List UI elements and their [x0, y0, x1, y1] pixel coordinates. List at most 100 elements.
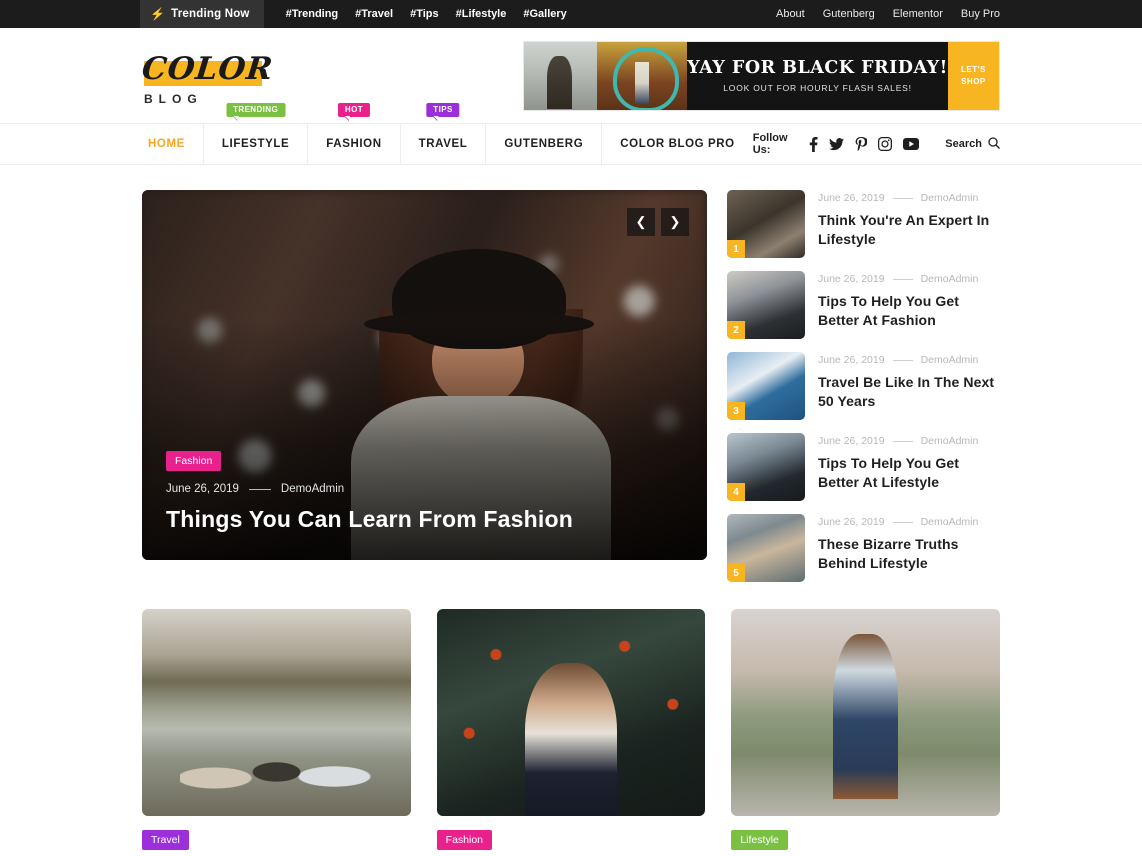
hero-title[interactable]: Things You Can Learn From Fashion: [166, 505, 683, 534]
list-item-body: June 26, 2019 DemoAdmin These Bizarre Tr…: [818, 514, 1000, 573]
list-item-author: DemoAdmin: [920, 354, 979, 366]
hero-date: June 26, 2019: [166, 483, 239, 496]
list-item-title[interactable]: Tips To Help You Get Better At Fashion: [818, 292, 1000, 330]
list-item-date: June 26, 2019: [818, 435, 885, 447]
list-item-title[interactable]: Travel Be Like In The Next 50 Years: [818, 373, 1000, 411]
pinterest-icon[interactable]: [855, 136, 868, 152]
post-card-category-badge[interactable]: Lifestyle: [731, 830, 788, 850]
list-item-title[interactable]: Tips To Help You Get Better At Lifestyle: [818, 454, 1000, 492]
list-item-date: June 26, 2019: [818, 516, 885, 528]
list-item-thumbnail[interactable]: 3: [727, 352, 805, 420]
list-item-thumbnail[interactable]: 2: [727, 271, 805, 339]
list-item-rank-badge: 5: [727, 564, 745, 582]
top-bar: ⚡ Trending Now #Trending #Travel #Tips #…: [0, 0, 1142, 28]
meta-divider: [892, 197, 913, 199]
hero-next-arrow-icon[interactable]: ❯: [661, 208, 689, 236]
hero-category-badge[interactable]: Fashion: [166, 451, 222, 472]
list-item-body: June 26, 2019 DemoAdmin Travel Be Like I…: [818, 352, 1000, 411]
topbar-link-buy-pro[interactable]: Buy Pro: [961, 8, 1000, 20]
list-item-body: June 26, 2019 DemoAdmin Tips To Help You…: [818, 433, 1000, 492]
nav-item-lifestyle[interactable]: TRENDING LIFESTYLE: [204, 103, 309, 164]
nav-item-gutenberg[interactable]: GUTENBERG: [486, 124, 603, 164]
post-card[interactable]: Fashion June 26, 2019 DemoAdmin Believe …: [436, 609, 706, 856]
top-bar-spacer: [567, 0, 776, 28]
nav-item-travel[interactable]: TIPS TRAVEL: [401, 103, 487, 164]
list-item-thumbnail[interactable]: 4: [727, 433, 805, 501]
list-item-author: DemoAdmin: [920, 516, 979, 528]
trending-tag-travel[interactable]: #Travel: [355, 8, 393, 20]
post-card[interactable]: Travel June 26, 2019 DemoAdmin Preparati…: [142, 609, 411, 856]
nav-item-gutenberg-label: GUTENBERG: [504, 138, 584, 150]
hero-prev-arrow-icon[interactable]: ❮: [627, 208, 655, 236]
list-item-author: DemoAdmin: [920, 273, 979, 285]
instagram-icon[interactable]: [878, 137, 893, 151]
site-logo[interactable]: COLOR BLOG: [140, 45, 282, 106]
trending-tags: #Trending #Travel #Tips #Lifestyle #Gall…: [264, 0, 567, 28]
nav-item-fashion-label: FASHION: [326, 138, 382, 150]
list-item-thumbnail[interactable]: 1: [727, 190, 805, 258]
post-card-image[interactable]: [436, 609, 706, 816]
nav-right-group: Follow Us: Search: [753, 132, 1000, 156]
meta-divider: [248, 488, 271, 490]
topbar-link-elementor[interactable]: Elementor: [893, 8, 943, 20]
post-card-category-badge[interactable]: Fashion: [436, 830, 493, 850]
list-item-author: DemoAdmin: [920, 435, 979, 447]
list-item-date: June 26, 2019: [818, 354, 885, 366]
top-bar-links: About Gutenberg Elementor Buy Pro: [776, 0, 1142, 28]
top-bar-left-spacer: [0, 0, 140, 28]
list-item-meta: June 26, 2019 DemoAdmin: [818, 516, 1000, 528]
post-card-image[interactable]: [731, 609, 1001, 816]
badge-pointer-icon: [232, 116, 238, 121]
search-button[interactable]: Search: [945, 136, 1000, 152]
hero-slider[interactable]: ❮ ❯ Fashion June 26, 2019 DemoAdmin Thin…: [142, 190, 707, 560]
logo-main-text: COLOR: [140, 51, 276, 87]
ad-photo-middle: [597, 41, 688, 110]
meta-divider: [892, 521, 913, 523]
nav-badge-hot: HOT: [337, 103, 370, 121]
trending-now-text: Trending Now: [171, 8, 250, 20]
facebook-icon[interactable]: [809, 136, 818, 152]
list-item-date: June 26, 2019: [818, 273, 885, 285]
trending-tag-tips[interactable]: #Tips: [410, 8, 439, 20]
list-item-meta: June 26, 2019 DemoAdmin: [818, 354, 1000, 366]
trending-tag-gallery[interactable]: #Gallery: [523, 8, 566, 20]
list-item-date: June 26, 2019: [818, 192, 885, 204]
nav-item-color-blog-pro[interactable]: COLOR BLOG PRO: [602, 124, 752, 164]
list-item-title[interactable]: These Bizarre Truths Behind Lifestyle: [818, 535, 1000, 573]
ad-headline: YAY FOR BLACK FRIDAY!: [687, 58, 948, 78]
list-item-title[interactable]: Think You're An Expert In Lifestyle: [818, 211, 1000, 249]
ad-text-block: YAY FOR BLACK FRIDAY! LOOK OUT FOR HOURL…: [687, 41, 948, 110]
popular-posts-list: 1 June 26, 2019 DemoAdmin Think You're A…: [727, 190, 1000, 582]
list-item-rank-badge: 4: [727, 483, 745, 501]
meta-divider: [892, 278, 913, 280]
post-card[interactable]: Lifestyle June 26, 2019 DemoAdmin Skills…: [731, 609, 1001, 856]
list-item[interactable]: 1 June 26, 2019 DemoAdmin Think You're A…: [727, 190, 1000, 258]
list-item[interactable]: 4 June 26, 2019 DemoAdmin Tips To Help Y…: [727, 433, 1000, 501]
trending-tag-lifestyle[interactable]: #Lifestyle: [456, 8, 507, 20]
advertisement-banner[interactable]: YAY FOR BLACK FRIDAY! LOOK OUT FOR HOURL…: [523, 40, 1000, 111]
list-item[interactable]: 3 June 26, 2019 DemoAdmin Travel Be Like…: [727, 352, 1000, 420]
nav-item-fashion[interactable]: HOT FASHION: [308, 103, 401, 164]
nav-item-lifestyle-label: LIFESTYLE: [221, 138, 290, 150]
topbar-link-about[interactable]: About: [776, 8, 805, 20]
list-item-meta: June 26, 2019 DemoAdmin: [818, 435, 1000, 447]
search-label: Search: [945, 138, 982, 150]
post-card-category-badge[interactable]: Travel: [142, 830, 189, 850]
nav-item-home[interactable]: HOME: [142, 124, 204, 164]
badge-pointer-icon: [432, 116, 438, 121]
nav-item-travel-label: TRAVEL: [418, 138, 468, 150]
list-item[interactable]: 5 June 26, 2019 DemoAdmin These Bizarre …: [727, 514, 1000, 582]
list-item-body: June 26, 2019 DemoAdmin Think You're An …: [818, 190, 1000, 249]
trending-tag-trending[interactable]: #Trending: [286, 8, 339, 20]
hero-author: DemoAdmin: [280, 483, 345, 496]
topbar-link-gutenberg[interactable]: Gutenberg: [823, 8, 875, 20]
meta-divider: [892, 359, 913, 361]
ad-cta-button[interactable]: LET'S SHOP: [947, 41, 999, 110]
post-card-image[interactable]: [142, 609, 411, 816]
list-item[interactable]: 2 June 26, 2019 DemoAdmin Tips To Help Y…: [727, 271, 1000, 339]
list-item-thumbnail[interactable]: 5: [727, 514, 805, 582]
list-item-body: June 26, 2019 DemoAdmin Tips To Help You…: [818, 271, 1000, 330]
site-header: COLOR BLOG YAY FOR BLACK FRIDAY! LOOK OU…: [0, 28, 1142, 123]
youtube-icon[interactable]: [903, 138, 920, 150]
twitter-icon[interactable]: [829, 137, 845, 151]
